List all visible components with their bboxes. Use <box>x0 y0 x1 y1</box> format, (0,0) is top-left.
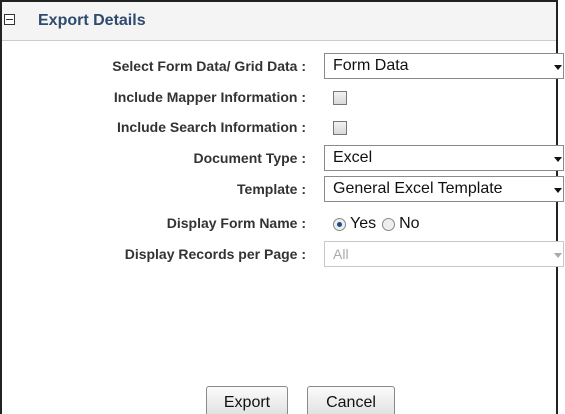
template-select[interactable]: General Excel Template <box>324 176 564 202</box>
section-header[interactable]: Export Details <box>2 2 556 41</box>
radio-yes-label[interactable]: Yes <box>350 215 376 233</box>
search-info-checkbox[interactable] <box>333 121 347 135</box>
collapse-minus-icon[interactable] <box>4 14 15 25</box>
row-search-info: Include Search Information : <box>2 114 556 142</box>
records-per-page-select[interactable]: All <box>324 241 564 267</box>
mapper-info-label: Include Mapper Information : <box>113 89 306 105</box>
section-title: Export Details <box>38 12 146 29</box>
mapper-info-checkbox[interactable] <box>333 91 347 105</box>
row-records-per-page: Display Records per Page : All <box>2 241 564 269</box>
form-grid-select[interactable]: Form Data <box>324 53 564 79</box>
display-form-name-radio-group: Yes No <box>333 212 426 236</box>
document-type-value: Excel <box>333 149 373 166</box>
radio-yes[interactable] <box>333 217 346 231</box>
display-form-name-label: Display Form Name : <box>166 215 306 231</box>
row-form-grid: Select Form Data/ Grid Data : Form Data <box>2 53 564 81</box>
chevron-down-icon <box>554 188 562 193</box>
row-display-form-name: Display Form Name : Yes No <box>2 210 556 238</box>
cancel-button[interactable]: Cancel <box>307 386 395 414</box>
search-info-label: Include Search Information : <box>116 119 306 135</box>
records-per-page-label: Display Records per Page : <box>124 246 306 262</box>
form-grid-label: Select Form Data/ Grid Data : <box>112 58 306 74</box>
row-mapper-info: Include Mapper Information : <box>2 84 556 112</box>
radio-no[interactable] <box>382 217 396 231</box>
records-per-page-value: All <box>333 246 349 262</box>
row-document-type: Document Type : Excel <box>2 145 564 173</box>
chevron-down-icon <box>554 157 562 162</box>
radio-no-label[interactable]: No <box>399 215 419 233</box>
export-button[interactable]: Export <box>206 386 288 414</box>
document-type-select[interactable]: Excel <box>324 145 564 171</box>
chevron-down-icon <box>554 65 562 70</box>
row-template: Template : General Excel Template <box>2 176 564 204</box>
template-label: Template : <box>237 181 306 197</box>
template-value: General Excel Template <box>333 180 503 197</box>
document-type-label: Document Type : <box>193 150 306 166</box>
form-grid-value: Form Data <box>333 57 409 74</box>
chevron-down-icon <box>554 253 562 258</box>
